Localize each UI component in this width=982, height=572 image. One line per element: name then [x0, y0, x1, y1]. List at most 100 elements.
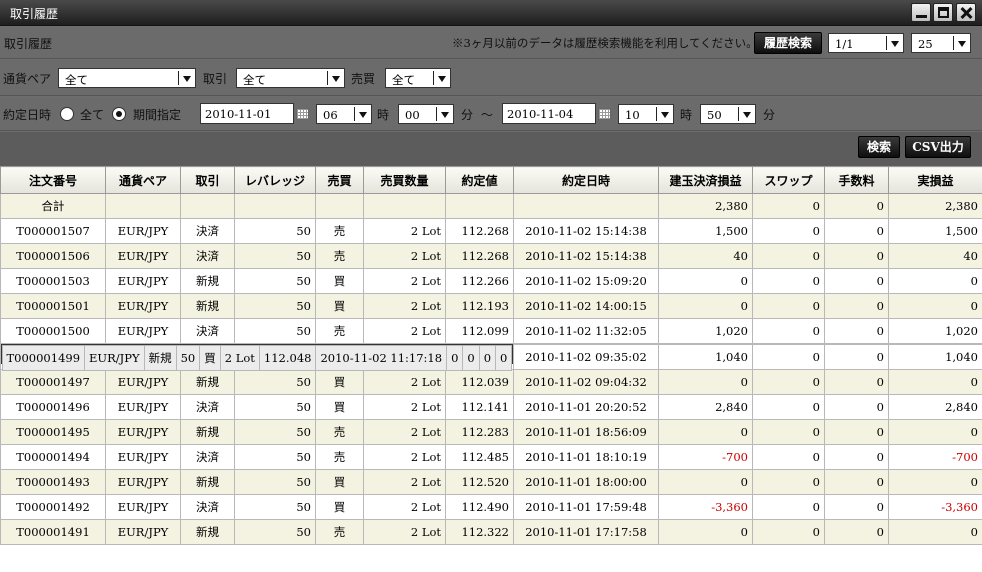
total-row: 合計 2,380 0 0 2,380 — [0, 193, 982, 219]
table-row[interactable]: T000001493 EUR/JPY 新規 50 買 2 Lot 112.520 2010-1… — [0, 469, 982, 495]
table-cell: T000001501 — [0, 293, 106, 319]
minute-unit: 分 — [763, 108, 776, 122]
table-cell: 1,040 — [888, 344, 982, 370]
chevron-down-icon — [183, 76, 191, 82]
table-row[interactable]: T000001507 EUR/JPY 決済 50 売 2 Lot 112.268 2010-1… — [0, 218, 982, 244]
column-header[interactable]: 売買 — [315, 166, 364, 194]
table-cell: 新規 — [143, 345, 177, 371]
table-row[interactable]: T000001492 EUR/JPY 決済 50 買 2 Lot 112.490 2010-1… — [0, 494, 982, 520]
to-hour-select[interactable]: 10 — [618, 104, 674, 124]
column-header[interactable]: レバレッジ — [234, 166, 316, 194]
radio-period[interactable] — [112, 107, 126, 121]
table-cell: 2010-11-02 15:09:20 — [513, 268, 659, 294]
table-cell: 2010-11-02 11:17:18 — [315, 345, 448, 371]
table-cell: -700 — [888, 444, 982, 470]
table-cell: 2010-11-01 18:56:09 — [513, 419, 659, 445]
pair-select[interactable]: 全て — [58, 68, 196, 88]
chevron-down-icon — [438, 76, 446, 82]
close-button[interactable] — [956, 3, 976, 22]
column-header[interactable]: 通貨ペア — [105, 166, 181, 194]
title-bar: 取引履歴 — [0, 0, 982, 26]
table-cell: 0 — [888, 519, 982, 545]
table-row[interactable]: T000001491 EUR/JPY 新規 50 売 2 Lot 112.322 2010-1… — [0, 519, 982, 545]
page-select[interactable]: 1/1 — [828, 33, 904, 53]
search-button[interactable]: 検索 — [858, 136, 900, 158]
table-row[interactable]: T000001506 EUR/JPY 決済 50 売 2 Lot 112.268 2010-1… — [0, 243, 982, 269]
chevron-down-icon — [958, 41, 966, 47]
maximize-button[interactable] — [933, 3, 953, 22]
table-cell: EUR/JPY — [105, 318, 181, 344]
table-cell: 0 — [658, 469, 753, 495]
history-search-button[interactable]: 履歴検索 — [754, 32, 822, 54]
table-cell: T000001493 — [0, 469, 106, 495]
table-cell: 1,500 — [888, 218, 982, 244]
per-page-select[interactable]: 25 — [911, 33, 971, 53]
to-date-input[interactable]: 2010-11-04 — [502, 103, 596, 124]
from-date-input[interactable]: 2010-11-01 — [200, 103, 294, 124]
table-cell: T000001494 — [0, 444, 106, 470]
table-row[interactable]: T000001500 EUR/JPY 決済 50 売 2 Lot 112.099 2010-1… — [0, 318, 982, 344]
from-minute-select[interactable]: 00 — [398, 104, 454, 124]
column-header[interactable]: 約定日時 — [513, 166, 659, 194]
table-cell: 112.266 — [445, 268, 514, 294]
table-row[interactable]: T000001503 EUR/JPY 新規 50 買 2 Lot 112.266 2010-1… — [0, 268, 982, 294]
side-select[interactable]: 全て — [385, 68, 451, 88]
table-cell: 0 — [824, 444, 889, 470]
column-header[interactable]: 取引 — [180, 166, 235, 194]
radio-all[interactable] — [60, 107, 74, 121]
table-row[interactable]: T000001501 EUR/JPY 新規 50 買 2 Lot 112.193 2010-1… — [0, 293, 982, 319]
table-cell: 2 Lot — [363, 369, 446, 395]
table-cell: 2 Lot — [363, 444, 446, 470]
column-header[interactable]: 手数料 — [824, 166, 889, 194]
minimize-button[interactable] — [911, 3, 931, 22]
column-header[interactable]: 売買数量 — [363, 166, 446, 194]
table-cell: 2 Lot — [363, 394, 446, 420]
table-cell: 50 — [234, 293, 316, 319]
trade-select[interactable]: 全て — [236, 68, 345, 88]
table-cell: 0 — [658, 419, 753, 445]
side-label: 売買 — [351, 72, 376, 86]
header-row: 取引履歴 ※3ヶ月以前のデータは履歴検索機能を利用してください。 履歴検索 1/… — [0, 27, 982, 59]
filter-row: 通貨ペア 全て 取引 全て 売買 全て — [0, 60, 982, 96]
table-cell: 新規 — [180, 519, 235, 545]
calendar-icon[interactable] — [598, 108, 611, 120]
table-cell: 50 — [234, 218, 316, 244]
table-cell: 0 — [462, 345, 480, 371]
table-cell: T000001506 — [0, 243, 106, 269]
table-cell: 2 Lot — [363, 494, 446, 520]
total-cell: 2,380 — [888, 193, 982, 219]
csv-export-button[interactable]: CSV出力 — [905, 136, 971, 158]
table-cell: 0 — [658, 268, 753, 294]
table-cell: 売 — [315, 419, 364, 445]
table-cell: 買 — [315, 494, 364, 520]
table-cell: 50 — [234, 444, 316, 470]
table-cell: EUR/JPY — [105, 469, 181, 495]
to-minute-select[interactable]: 50 — [700, 104, 756, 124]
table-cell: 1,020 — [888, 318, 982, 344]
table-cell: 112.141 — [445, 394, 514, 420]
table-row[interactable]: T000001497 EUR/JPY 新規 50 買 2 Lot 112.039 2010-1… — [0, 369, 982, 395]
table-cell: 新規 — [180, 293, 235, 319]
table-row[interactable]: T000001494 EUR/JPY 決済 50 売 2 Lot 112.485 2010-1… — [0, 444, 982, 470]
table-cell: 決済 — [180, 394, 235, 420]
table-cell: 50 — [234, 519, 316, 545]
radio-all-label: 全て — [80, 108, 105, 122]
table-cell: 112.490 — [445, 494, 514, 520]
from-hour-select[interactable]: 06 — [316, 104, 372, 124]
table-row[interactable]: T000001495 EUR/JPY 新規 50 売 2 Lot 112.283 2010-1… — [0, 419, 982, 445]
calendar-icon[interactable] — [296, 108, 309, 120]
table-row[interactable]: T000001496 EUR/JPY 決済 50 買 2 Lot 112.141 2010-1… — [0, 394, 982, 420]
column-header[interactable]: スワップ — [752, 166, 825, 194]
table-cell: -3,360 — [658, 494, 753, 520]
table-row[interactable]: T000001499 EUR/JPY 新規 50 買 2 Lot 112.048 2010-1… — [0, 344, 514, 371]
table-cell: 0 — [752, 344, 825, 370]
hour-unit: 時 — [680, 108, 693, 122]
table-cell: 決済 — [180, 218, 235, 244]
table-cell: 50 — [234, 243, 316, 269]
column-header[interactable]: 実損益 — [888, 166, 982, 194]
column-header[interactable]: 注文番号 — [0, 166, 106, 194]
column-header[interactable]: 約定値 — [445, 166, 514, 194]
table-cell: T000001492 — [0, 494, 106, 520]
column-header[interactable]: 建玉決済損益 — [658, 166, 753, 194]
table-cell: 112.193 — [445, 293, 514, 319]
